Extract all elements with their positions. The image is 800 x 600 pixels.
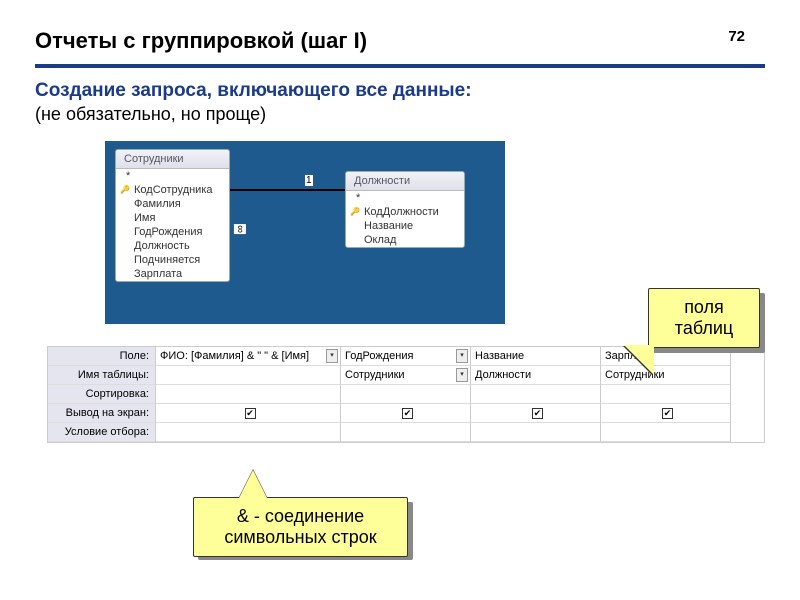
field-item[interactable]: * [116,169,229,183]
field-item[interactable]: Имя [116,211,229,225]
criteria-cell[interactable] [156,423,341,442]
dropdown-icon[interactable]: ▾ [456,349,468,363]
table-cell[interactable]: Должности [471,366,601,385]
callout-concat: & - соединение символьных строк [193,497,408,557]
note: (не обязательно, но проще) [35,104,765,125]
field-item[interactable]: Фамилия [116,197,229,211]
sort-cell[interactable] [341,385,471,404]
field-item[interactable]: Оклад [346,233,464,247]
field-cell[interactable]: Название [471,347,601,366]
slide-title: Отчеты с группировкой (шаг I) [35,28,367,54]
field-item[interactable]: Должность [116,239,229,253]
field-item[interactable]: Зарплата [116,267,229,281]
sort-cell[interactable] [471,385,601,404]
checkbox-icon[interactable]: ✔ [662,408,673,419]
field-item[interactable]: ГодРождения [116,225,229,239]
callout-tail-icon [624,345,654,375]
subtitle: Создание запроса, включающего все данные… [35,80,765,102]
show-cell[interactable]: ✔ [601,404,731,423]
divider [35,64,765,68]
show-cell[interactable]: ✔ [471,404,601,423]
table-header: Сотрудники [116,150,229,169]
dropdown-icon[interactable]: ▾ [326,349,338,363]
field-cell[interactable]: ГодРождения▾ [341,347,471,366]
field-cell[interactable]: ФИО: [Фамилия] & " " & [Имя]▾ [156,347,341,366]
checkbox-icon[interactable]: ✔ [245,408,256,419]
field-item[interactable]: КодСотрудника [116,183,229,197]
field-item[interactable]: КодДолжности [346,205,464,219]
page-number: 72 [728,28,745,45]
table-header: Должности [346,172,464,191]
sort-cell[interactable] [601,385,731,404]
field-item[interactable]: Название [346,219,464,233]
field-item[interactable]: * [346,191,464,205]
table-employees[interactable]: Сотрудники * КодСотрудника Фамилия Имя Г… [115,149,230,282]
callout-tail-icon [239,470,267,498]
show-cell[interactable]: ✔ [156,404,341,423]
table-cell[interactable]: Сотрудники [601,366,731,385]
relation-one: 1 [305,175,313,186]
table-cell[interactable] [156,366,341,385]
criteria-cell[interactable] [601,423,731,442]
checkbox-icon[interactable]: ✔ [532,408,543,419]
query-design-grid: Поле: ФИО: [Фамилия] & " " & [Имя]▾ ГодР… [47,346,765,443]
table-positions[interactable]: Должности * КодДолжности Название Оклад [345,171,465,248]
relation-many: ∞ [234,224,246,234]
show-cell[interactable]: ✔ [341,404,471,423]
sort-cell[interactable] [156,385,341,404]
field-item[interactable]: Подчиняется [116,253,229,267]
row-label-criteria: Условие отбора: [48,423,156,442]
row-label-table: Имя таблицы: [48,366,156,385]
row-label-sort: Сортировка: [48,385,156,404]
table-cell[interactable]: Сотрудники▾ [341,366,471,385]
dropdown-icon[interactable]: ▾ [456,368,468,382]
relation-line[interactable] [230,189,345,191]
checkbox-icon[interactable]: ✔ [402,408,413,419]
criteria-cell[interactable] [471,423,601,442]
criteria-cell[interactable] [341,423,471,442]
row-label-field: Поле: [48,347,156,366]
row-label-show: Вывод на экран: [48,404,156,423]
callout-fields: поля таблиц [648,288,760,348]
query-diagram: Сотрудники * КодСотрудника Фамилия Имя Г… [105,141,505,324]
